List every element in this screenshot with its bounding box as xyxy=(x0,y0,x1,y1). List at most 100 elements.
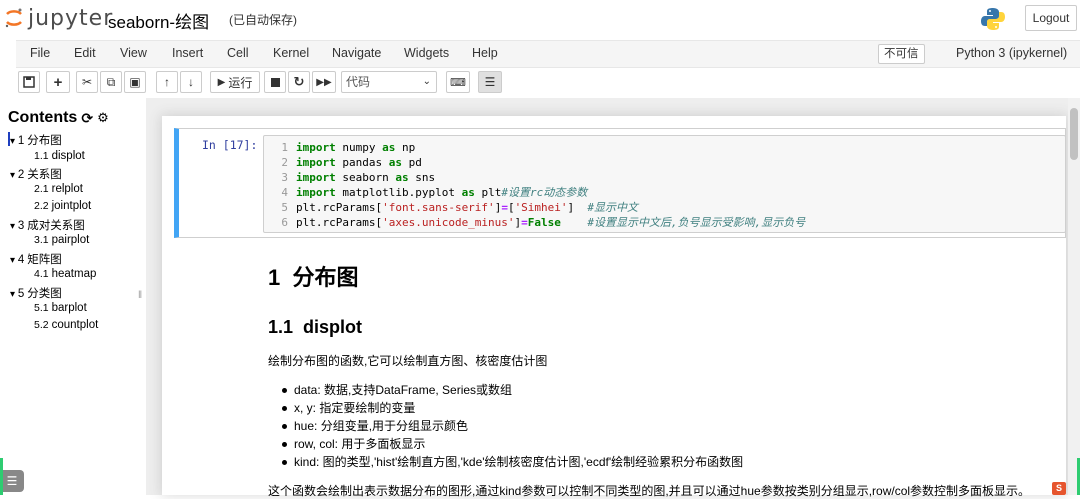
stop-icon xyxy=(270,77,280,87)
cut-button[interactable]: ✂ xyxy=(76,71,98,93)
notebook-area: In [17]: 1 import numpy as np 2 import pan… xyxy=(146,98,1080,498)
command-palette-button[interactable]: ⌨ xyxy=(446,71,470,93)
chevron-down-icon: ⌄ xyxy=(422,76,431,87)
menu-navigate[interactable]: Navigate xyxy=(332,46,381,60)
heading-2: 1.1 displot xyxy=(268,317,363,337)
footer-paragraph: 这个函数会绘制出表示数据分布的图形,通过kind参数可以控制不同类型的图,并且可… xyxy=(268,484,1031,498)
list-icon: ☰ xyxy=(484,75,496,89)
toc-float-button[interactable]: ☰ xyxy=(0,470,24,492)
play-icon: ▶ xyxy=(217,76,226,88)
toc-item-label: countplot xyxy=(51,319,99,331)
toc-item[interactable]: 4.1 heatmap xyxy=(34,268,96,280)
toc-item[interactable]: ▾ 3 成对关系图 xyxy=(10,217,85,233)
toc-sidebar: Contents ⟳ ⚙ ▾ 1 分布图 1.1 displot ▾ 2 关系图 2.1 re… xyxy=(0,100,146,495)
menu-insert[interactable]: Insert xyxy=(172,46,203,60)
toc-item[interactable]: ▾ 1 分布图 xyxy=(10,132,62,148)
scrollbar[interactable] xyxy=(1068,98,1080,495)
toc-title: Contents xyxy=(8,109,78,126)
menu-view[interactable]: View xyxy=(120,46,147,60)
toc-item-number: 1.1 xyxy=(34,150,49,162)
code-line: 3 import seaborn as sns xyxy=(281,171,436,184)
restart-icon: ↻ xyxy=(293,74,305,89)
toc-item-label: 关系图 xyxy=(27,169,62,181)
toc-resize-handle[interactable]: ‖ xyxy=(138,290,142,301)
run-button[interactable]: ▶ 运行 xyxy=(210,71,260,93)
menu-kernel[interactable]: Kernel xyxy=(273,46,309,60)
toc-item-number: 3.1 xyxy=(34,234,49,246)
copy-icon: ⧉ xyxy=(106,74,116,89)
left-edge-indicator xyxy=(0,458,3,495)
list-item: x, y: 指定要绘制的变量 xyxy=(282,399,743,417)
cell-type-value: 代码 xyxy=(346,75,371,89)
intro-paragraph: 绘制分布图的函数,它可以绘制直方图、核密度估计图 xyxy=(268,354,548,368)
caret-down-icon[interactable]: ▾ xyxy=(10,221,18,232)
code-line: 2 import pandas as pd xyxy=(281,156,422,169)
gear-icon[interactable]: ⚙ xyxy=(97,110,109,126)
paste-button[interactable]: ▣ xyxy=(124,71,146,93)
toc-item[interactable]: 2.1 relplot xyxy=(34,183,83,195)
toc-item-number: 5 xyxy=(17,288,25,300)
paste-icon: ▣ xyxy=(129,75,141,89)
menu-edit[interactable]: Edit xyxy=(74,46,96,60)
toc-item[interactable]: 3.1 pairplot xyxy=(34,234,89,246)
toc-item[interactable]: ▾ 5 分类图 xyxy=(10,285,62,301)
toc-item[interactable]: ▾ 2 关系图 xyxy=(10,166,62,182)
move-down-button[interactable]: ↓ xyxy=(180,71,202,93)
toc-toggle-button[interactable]: ☰ xyxy=(478,71,502,93)
heading-1: 1 分布图 xyxy=(268,265,359,290)
notebook-title[interactable]: seaborn-绘图 xyxy=(108,8,209,33)
menubar: File Edit View Insert Cell Kernel Naviga… xyxy=(16,40,1080,68)
code-line: 5 plt.rcParams['font.sans-serif']=['Simhe… xyxy=(281,201,639,214)
toc-item-label: 成对关系图 xyxy=(27,220,85,232)
toc-item-number: 2.1 xyxy=(34,183,49,195)
list-item: data: 数据,支持DataFrame, Series或数组 xyxy=(282,381,743,399)
toolbar: + ✂ ⧉ ▣ ↑ ↓ ▶ 运行 ↻ ▶▶ 代码 ⌄ ⌨ ☰ xyxy=(16,70,1080,96)
toc-item-number: 3 xyxy=(17,220,25,232)
cell-type-select[interactable]: 代码 ⌄ xyxy=(341,71,437,93)
save-button[interactable] xyxy=(18,71,40,93)
scroll-thumb[interactable] xyxy=(1070,108,1078,160)
toc-item[interactable]: ▾ 4 矩阵图 xyxy=(10,251,62,267)
code-line: 6 plt.rcParams['axes.unicode_minus']=Fals… xyxy=(281,216,806,229)
trusted-indicator[interactable]: 不可信 xyxy=(878,44,925,64)
kernel-name[interactable]: Python 3 (ipykernel) xyxy=(956,46,1067,60)
toc-item-label: pairplot xyxy=(51,234,90,246)
copy-button[interactable]: ⧉ xyxy=(100,71,122,93)
refresh-icon[interactable]: ⟳ xyxy=(81,110,93,127)
menu-widgets[interactable]: Widgets xyxy=(404,46,449,60)
menu-help[interactable]: Help xyxy=(472,46,498,60)
toc-item[interactable]: 2.2 jointplot xyxy=(34,200,91,212)
restart-run-all-button[interactable]: ▶▶ xyxy=(312,71,336,93)
interrupt-button[interactable] xyxy=(264,71,286,93)
toc-item-label: barplot xyxy=(51,302,87,314)
caret-down-icon[interactable]: ▾ xyxy=(10,170,18,181)
jupyter-logo[interactable]: jupyter xyxy=(4,6,113,31)
caret-down-icon[interactable]: ▾ xyxy=(10,289,18,300)
fast-forward-icon: ▶▶ xyxy=(316,76,332,88)
extension-badge-icon[interactable]: S xyxy=(1052,482,1066,495)
toc-header: Contents ⟳ ⚙ xyxy=(8,109,109,127)
caret-down-icon[interactable]: ▾ xyxy=(10,255,18,266)
menu-file[interactable]: File xyxy=(30,46,50,60)
scissors-icon: ✂ xyxy=(81,75,93,89)
toc-item-label: displot xyxy=(51,150,85,162)
code-line: 1 import numpy as np xyxy=(281,141,416,154)
notebook-page: In [17]: 1 import numpy as np 2 import pan… xyxy=(162,116,1066,498)
arrow-down-icon: ↓ xyxy=(188,75,194,89)
toc-item[interactable]: 5.1 barplot xyxy=(34,302,87,314)
restart-button[interactable]: ↻ xyxy=(288,71,310,93)
run-label: 运行 xyxy=(228,75,253,90)
move-up-button[interactable]: ↑ xyxy=(156,71,178,93)
code-editor[interactable]: 1 import numpy as np 2 import pandas as pd… xyxy=(263,135,1066,233)
toc-item-number: 1 xyxy=(17,135,25,147)
arrow-up-icon: ↑ xyxy=(164,75,170,89)
list-item: row, col: 用于多面板显示 xyxy=(282,435,743,453)
toc-item-label: jointplot xyxy=(51,200,92,212)
toc-item[interactable]: 5.2 countplot xyxy=(34,319,98,331)
toc-item-label: heatmap xyxy=(51,268,97,280)
logout-button[interactable]: Logout xyxy=(1025,5,1077,31)
menu-cell[interactable]: Cell xyxy=(227,46,249,60)
caret-down-icon[interactable]: ▾ xyxy=(10,136,18,147)
insert-cell-button[interactable]: + xyxy=(46,71,70,93)
toc-item[interactable]: 1.1 displot xyxy=(34,150,85,162)
